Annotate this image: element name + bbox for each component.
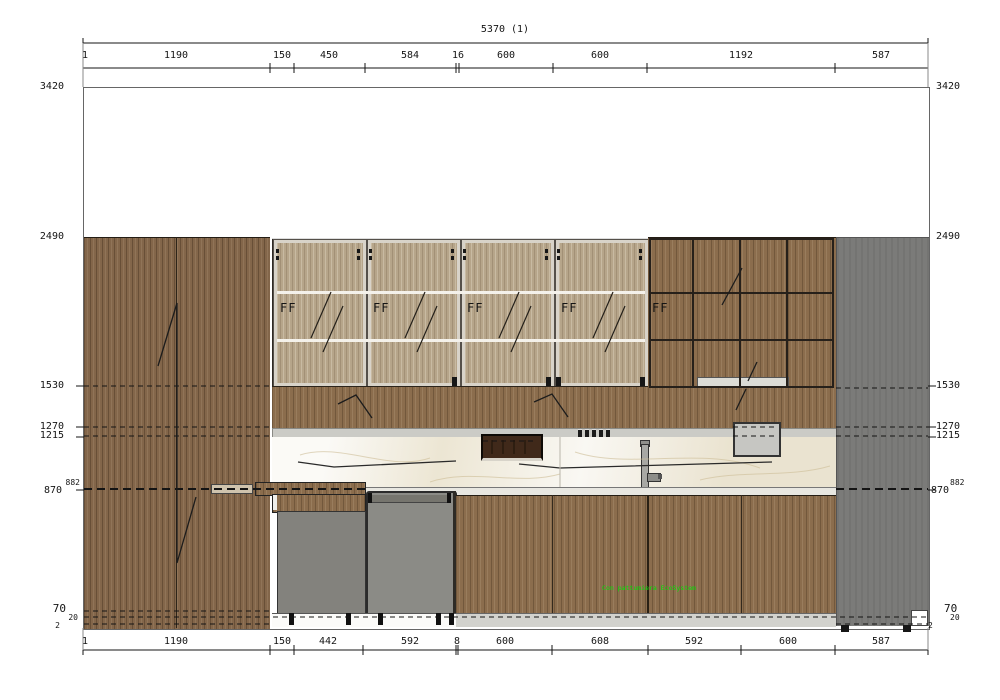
leveling-foot [449, 613, 454, 625]
dim-top: 587 [872, 50, 890, 61]
faucet-tip [658, 474, 662, 479]
level-right: 882 [950, 478, 964, 487]
dim-top: 150 [273, 50, 291, 61]
level-left: 1215 [28, 430, 64, 441]
tall-panel-right[interactable] [836, 237, 929, 626]
level-left: 3420 [28, 81, 64, 92]
toe-kick-grey [456, 613, 836, 627]
dim-bottom: 150 [273, 636, 291, 647]
dim-total: 5370 (1) [481, 24, 529, 35]
faucet[interactable] [638, 440, 664, 490]
dim-bottom: 442 [319, 636, 337, 647]
level-right: 870 [931, 485, 949, 496]
toe-recess-white [272, 613, 456, 627]
base-unit-handle [273, 495, 277, 510]
leveling-foot [289, 613, 294, 625]
dim-bottom: 1 [82, 636, 88, 647]
leveling-foot [436, 613, 441, 625]
hob-knobs[interactable] [578, 429, 610, 436]
level-left: 870 [32, 485, 62, 496]
niche-box[interactable] [481, 434, 543, 461]
base-door-gap [741, 495, 742, 613]
dim-bottom: 608 [591, 636, 609, 647]
dim-top: 16 [452, 50, 464, 61]
knob [599, 429, 603, 437]
dim-bottom: 600 [496, 636, 514, 647]
level-right: 3420 [936, 81, 960, 92]
level-right: 1530 [936, 380, 960, 391]
left-wall-shelf[interactable] [211, 484, 253, 494]
dishwasher[interactable] [366, 491, 457, 617]
knob [585, 429, 589, 437]
level-right: 2 [928, 621, 933, 630]
leveling-foot [346, 613, 351, 625]
base-cabinet-doors[interactable] [456, 495, 836, 614]
dim-top: 584 [401, 50, 419, 61]
dim-top: 1 [82, 50, 88, 61]
ff-label: FF [467, 303, 483, 314]
dim-top: 1192 [729, 50, 753, 61]
knob [606, 429, 610, 437]
leveling-foot [378, 613, 383, 625]
base-door-gap [647, 495, 649, 613]
dim-top: 1190 [164, 50, 188, 61]
level-left: 20 [62, 613, 78, 622]
ff-label: FF [561, 303, 577, 314]
dim-bottom: 592 [685, 636, 703, 647]
level-right: 20 [950, 613, 960, 622]
panel-foot-white [911, 610, 928, 626]
dim-bottom: 587 [872, 636, 890, 647]
knob [592, 429, 596, 437]
dim-top: 600 [591, 50, 609, 61]
level-right: 1215 [936, 430, 960, 441]
socket-box[interactable] [733, 422, 781, 457]
dim-top: 600 [497, 50, 515, 61]
base-door-gap [552, 495, 553, 613]
tall-cabinet-left[interactable] [84, 237, 270, 629]
open-shelf-white-shelf [697, 377, 789, 388]
glass-shelf [277, 339, 645, 342]
level-left: 2490 [28, 231, 64, 242]
dim-bottom: 1190 [164, 636, 188, 647]
knob [578, 429, 582, 437]
glass-shelf [277, 291, 645, 294]
dim-bottom: 600 [779, 636, 797, 647]
open-shelf-section[interactable] [648, 237, 836, 429]
dishwasher-handle [372, 495, 447, 503]
ff-label: FF [652, 303, 668, 314]
base-unit-grey-door[interactable] [277, 511, 366, 615]
dim-bottom: 8 [454, 636, 460, 647]
level-right: 2490 [936, 231, 960, 242]
tall-cabinet-door-gap [176, 237, 177, 628]
annotation-ecosystem: Con pattumiera EcoSystem [602, 583, 696, 594]
ff-label: FF [280, 303, 296, 314]
level-left: 1530 [28, 380, 64, 391]
dishwasher-hinge [368, 493, 372, 503]
dishwasher-hinge [447, 493, 451, 503]
faucet-pipe [641, 444, 649, 491]
leveling-foot [841, 625, 849, 632]
level-left: 2 [48, 621, 60, 630]
ff-label: FF [373, 303, 389, 314]
drawing-canvas[interactable]: FF FF FF FF FF Con pattumiera EcoSystem [0, 0, 1000, 700]
dim-bottom: 592 [401, 636, 419, 647]
dim-top: 450 [320, 50, 338, 61]
leveling-foot [903, 625, 911, 632]
flap-door-band[interactable] [272, 386, 648, 429]
